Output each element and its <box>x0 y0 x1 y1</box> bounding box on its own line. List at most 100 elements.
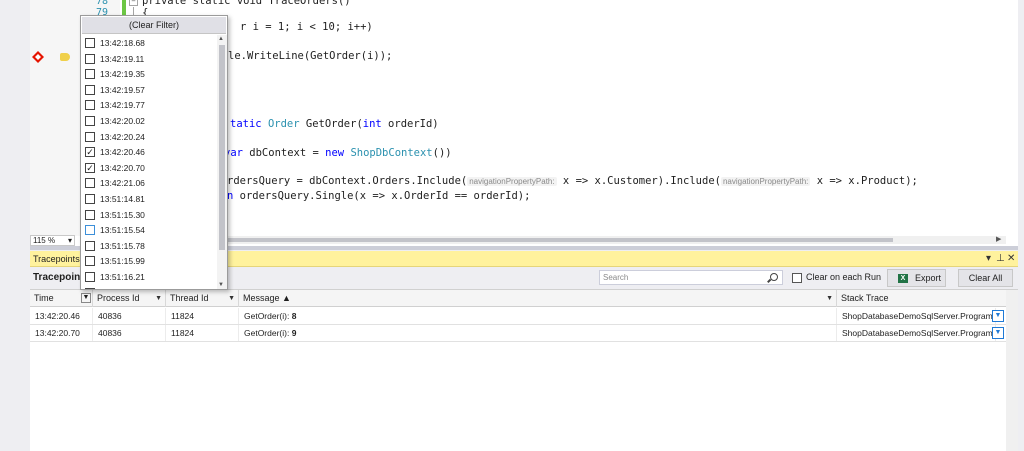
filter-list-scrollbar[interactable]: ▲ ▼ <box>217 35 227 289</box>
window-menu-icon[interactable]: ▾ <box>986 253 991 264</box>
filter-icon[interactable]: ▼ <box>81 293 91 303</box>
bookmark-icon <box>60 53 70 61</box>
code-token: dbContext = <box>242 147 326 159</box>
filter-item-label: 13:51:16.21 <box>100 272 145 282</box>
filter-item[interactable]: 13:51:16.21 <box>85 270 215 285</box>
filter-item-label: 13:42:19.57 <box>100 84 145 95</box>
filter-item[interactable]: 13:42:20.02 <box>85 114 215 129</box>
code-line[interactable]: tatic Order GetOrder(int orderId) <box>230 118 439 130</box>
time-filter-popup: (Clear Filter) 13:42:18.68 13:42:19.11 13:… <box>80 15 228 290</box>
filter-checkbox[interactable] <box>85 116 95 126</box>
export-button[interactable]: X Export <box>887 269 946 287</box>
expand-stack-icon[interactable]: ▼ <box>992 310 1004 322</box>
filter-item[interactable]: 13:51:15.30 <box>85 208 215 223</box>
filter-item[interactable]: 13:42:18.68 <box>85 36 215 51</box>
code-line[interactable]: le.WriteLine(GetOrder(i)); <box>228 50 392 62</box>
parameter-hint: navigationPropertyPath: <box>467 177 557 186</box>
search-input[interactable]: Search <box>599 270 783 285</box>
column-header-stack-trace[interactable]: Stack Trace <box>837 290 1006 307</box>
filter-checkbox[interactable] <box>85 84 95 95</box>
filter-item[interactable]: ✓ 13:42:20.46 <box>85 145 215 160</box>
zoom-select[interactable]: 115 % ▾ <box>30 235 75 246</box>
column-label: Message ▲ <box>243 293 291 303</box>
code-line[interactable]: var dbContext = new ShopDbContext()) <box>224 147 452 159</box>
filter-checkbox[interactable] <box>85 209 95 220</box>
search-icon[interactable] <box>770 273 778 281</box>
clear-all-button[interactable]: Clear All <box>958 269 1013 287</box>
filter-checkbox[interactable] <box>85 225 95 236</box>
table-cell-message: GetOrder(i): 8 <box>239 308 837 324</box>
close-icon[interactable]: ✕ <box>1007 253 1015 264</box>
filter-checkbox[interactable]: ✓ <box>85 162 95 173</box>
expand-stack-icon[interactable]: ▼ <box>992 327 1004 339</box>
filter-checkbox[interactable] <box>85 38 95 48</box>
chevron-down-icon[interactable]: ▼ <box>155 290 162 307</box>
filter-item-label: 13:51:16.40 <box>100 287 145 289</box>
filter-item-label: 13:51:15.54 <box>100 225 145 236</box>
chevron-down-icon[interactable]: ▼ <box>826 290 833 307</box>
filter-checkbox[interactable] <box>85 272 95 282</box>
filter-item[interactable]: 13:42:19.11 <box>85 52 215 67</box>
column-header-thread-id[interactable]: Thread Id ▼ <box>166 290 239 307</box>
editor-horizontal-scrollbar[interactable] <box>228 236 1006 244</box>
search-placeholder: Search <box>603 273 629 282</box>
tracepoint-icon[interactable] <box>32 51 44 63</box>
filter-item[interactable]: 13:42:20.24 <box>85 130 215 145</box>
message-text: GetOrder(i): <box>244 328 292 338</box>
grid-vertical-scrollbar[interactable] <box>1006 290 1018 451</box>
code-line[interactable]: n ordersQuery.Single(x => x.OrderId == o… <box>227 190 530 202</box>
excel-icon: X <box>898 274 908 283</box>
parameter-hint: navigationPropertyPath: <box>720 177 811 186</box>
scrollbar-thumb[interactable] <box>228 238 893 242</box>
scroll-down-icon[interactable]: ▼ <box>218 282 224 288</box>
pin-icon[interactable]: ⊥ <box>996 253 1005 264</box>
tool-window-title[interactable]: Tracepoints <box>33 254 80 264</box>
filter-item[interactable]: 13:51:14.81 <box>85 192 215 207</box>
filter-checkbox[interactable] <box>85 256 95 267</box>
filter-item[interactable]: 13:51:15.78 <box>85 239 215 254</box>
clear-on-run-label[interactable]: Clear on each Run <box>806 272 881 282</box>
filter-item[interactable]: 13:42:21.06 <box>85 176 215 191</box>
filter-item[interactable]: 13:42:19.77 <box>85 98 215 113</box>
filter-item[interactable]: 13:51:15.99 <box>85 254 215 269</box>
filter-item[interactable]: 13:42:19.57 <box>85 83 215 98</box>
table-cell: 11824 <box>166 308 239 324</box>
code-line[interactable]: private static void TraceOrders() <box>142 0 351 7</box>
collapse-icon[interactable]: − <box>129 0 138 6</box>
table-row[interactable]: 13:42:20.46 40836 11824 GetOrder(i): 8 ShopD… <box>30 308 1006 325</box>
clear-filter-button[interactable]: (Clear Filter) <box>82 17 226 34</box>
left-strip <box>0 0 30 451</box>
table-cell-stack-trace: ShopDatabaseDemoSqlServer.Program ▼ <box>837 308 1004 324</box>
filter-checkbox[interactable] <box>85 240 95 251</box>
filter-checkbox[interactable] <box>85 131 95 142</box>
column-header-process-id[interactable]: Process Id ▼ <box>93 290 166 307</box>
toolbar-label: Tracepoint <box>33 272 84 283</box>
filter-checkbox[interactable] <box>85 100 95 111</box>
chevron-down-icon[interactable]: ▼ <box>228 290 235 307</box>
code-line[interactable]: rdersQuery = dbContext.Orders.Include(na… <box>227 175 918 187</box>
filter-item[interactable]: 13:42:19.35 <box>85 67 215 82</box>
scroll-right-arrow-icon[interactable]: ▶ <box>996 235 1001 243</box>
message-text: GetOrder(i): <box>244 311 292 321</box>
filter-checkbox[interactable]: ✓ <box>85 147 95 158</box>
filter-checkbox[interactable] <box>85 178 95 189</box>
filter-item-label: 13:51:14.81 <box>100 194 145 204</box>
filter-checkbox[interactable] <box>85 194 95 204</box>
filter-item[interactable]: 13:51:15.54 <box>85 223 215 238</box>
table-row[interactable]: 13:42:20.70 40836 11824 GetOrder(i): 9 ShopD… <box>30 325 1006 342</box>
filter-checkbox[interactable] <box>85 287 95 289</box>
message-value: 8 <box>291 311 297 321</box>
column-header-message[interactable]: Message ▲ ▼ <box>239 290 837 307</box>
filter-checkbox[interactable] <box>85 53 95 64</box>
filter-item[interactable]: 13:51:16.40 <box>85 286 215 289</box>
filter-item[interactable]: ✓ 13:42:20.70 <box>85 161 215 176</box>
code-line[interactable]: r i = 1; i < 10; i++) <box>240 21 373 33</box>
scrollbar-thumb[interactable] <box>219 45 225 250</box>
filter-item-label: 13:42:19.11 <box>100 53 145 64</box>
tracepoints-panel: Tracepoint Search Clear on each Run X Ex… <box>30 268 1018 451</box>
filter-checkbox[interactable] <box>85 69 95 80</box>
scroll-up-icon[interactable]: ▲ <box>218 36 224 42</box>
filter-item-label: 13:42:20.70 <box>100 162 145 173</box>
column-header-time[interactable]: Time ▼ <box>30 290 93 307</box>
clear-on-run-checkbox[interactable] <box>792 273 802 283</box>
